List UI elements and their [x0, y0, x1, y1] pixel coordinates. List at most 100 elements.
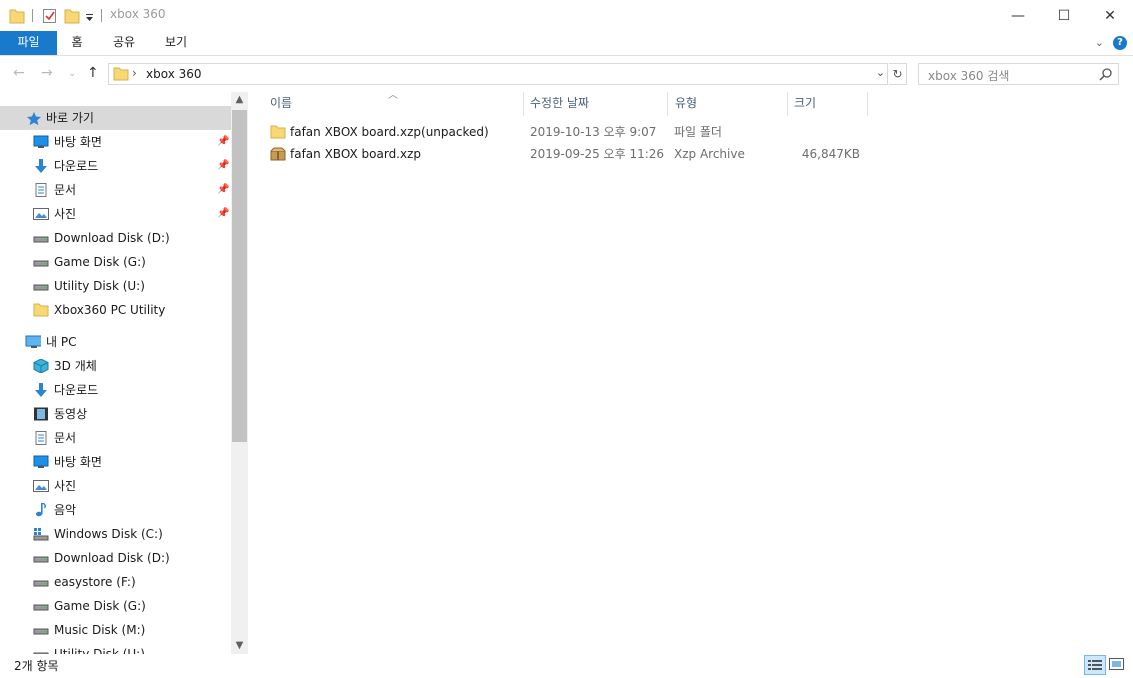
- back-arrow-icon[interactable]: ←: [13, 65, 25, 81]
- large-icons-view-button[interactable]: [1107, 655, 1129, 675]
- address-bar[interactable]: › xbox 360 ⌄: [108, 63, 888, 85]
- sidebar-item-download-disk-pc[interactable]: Download Disk (D:): [0, 546, 231, 570]
- search-input[interactable]: xbox 360 검색: [918, 63, 1119, 85]
- sidebar-item-label: 문서: [54, 431, 77, 445]
- pictures-icon: [33, 480, 49, 492]
- video-icon: [34, 407, 48, 421]
- sidebar-item-label: easystore (F:): [54, 575, 136, 589]
- sidebar-item-this-pc[interactable]: 내 PC: [0, 330, 231, 354]
- music-icon: [36, 503, 46, 517]
- scroll-up-arrow-icon[interactable]: ▲: [231, 92, 248, 108]
- drive-icon: [33, 628, 49, 635]
- sidebar-item-quick-access[interactable]: 바로 가기: [0, 106, 231, 130]
- sidebar-item-3d-objects[interactable]: 3D 개체: [0, 354, 231, 378]
- folder-icon: [113, 67, 129, 81]
- drive-icon: [33, 652, 49, 654]
- sidebar-item-game-disk[interactable]: Game Disk (G:): [0, 250, 231, 274]
- refresh-icon[interactable]: ↻: [889, 63, 907, 85]
- quick-access-divider: [32, 9, 33, 22]
- help-icon[interactable]: ?: [1113, 36, 1127, 50]
- navigation-scrollbar[interactable]: ▲ ▼: [231, 92, 248, 654]
- sidebar-item-utility-disk-pc[interactable]: Utility Disk (U:): [0, 642, 231, 654]
- column-divider[interactable]: [867, 92, 868, 116]
- column-divider[interactable]: [787, 92, 788, 116]
- folder-icon[interactable]: [9, 7, 25, 25]
- sidebar-item-label: Windows Disk (C:): [54, 527, 163, 541]
- drive-icon: [33, 604, 49, 611]
- sidebar-item-documents[interactable]: 문서 📌: [0, 178, 231, 202]
- sidebar-item-music[interactable]: 음악: [0, 498, 231, 522]
- maximize-button[interactable]: ☐: [1041, 0, 1087, 31]
- column-divider[interactable]: [523, 92, 524, 116]
- sidebar-item-label: 다운로드: [54, 383, 99, 397]
- sidebar-item-easystore[interactable]: easystore (F:): [0, 570, 231, 594]
- sidebar-item-videos[interactable]: 동영상: [0, 402, 231, 426]
- recent-locations-chevron-icon[interactable]: ⌄: [68, 68, 76, 79]
- drive-icon: [33, 580, 49, 587]
- column-header-modified[interactable]: 수정한 날짜: [530, 92, 666, 116]
- up-arrow-icon[interactable]: ↑: [87, 65, 99, 81]
- sidebar-item-downloads[interactable]: 다운로드 📌: [0, 154, 231, 178]
- file-row[interactable]: fafan XBOX board.xzp(unpacked) 2019-10-1…: [270, 121, 870, 143]
- forward-arrow-icon[interactable]: →: [41, 65, 53, 81]
- title-bar: xbox 360 — ☐ ✕: [0, 0, 1133, 31]
- folder-icon: [33, 303, 49, 317]
- sidebar-item-game-disk-pc[interactable]: Game Disk (G:): [0, 594, 231, 618]
- column-divider[interactable]: [667, 92, 668, 116]
- properties-icon[interactable]: [42, 7, 58, 25]
- sidebar-item-xbox360-pc-utility[interactable]: Xbox360 PC Utility: [0, 298, 231, 322]
- scrollbar-thumb[interactable]: [232, 110, 247, 442]
- sidebar-item-utility-disk[interactable]: Utility Disk (U:): [0, 274, 231, 298]
- sidebar-item-label: Music Disk (M:): [54, 623, 146, 637]
- sidebar-item-music-disk[interactable]: Music Disk (M:): [0, 618, 231, 642]
- column-header-type[interactable]: 유형: [675, 92, 787, 116]
- sidebar-item-label: Game Disk (G:): [54, 599, 146, 613]
- desktop-icon: [33, 135, 49, 148]
- expand-ribbon-chevron-icon[interactable]: ⌄: [1095, 36, 1104, 49]
- pin-icon: 📌: [217, 184, 230, 195]
- address-dropdown-chevron-icon[interactable]: ⌄: [876, 66, 885, 79]
- column-header-size[interactable]: 크기: [794, 92, 866, 116]
- computer-icon: [25, 335, 41, 348]
- close-button[interactable]: ✕: [1087, 0, 1133, 31]
- star-icon: [26, 112, 41, 125]
- sidebar-item-windows-disk[interactable]: Windows Disk (C:): [0, 522, 231, 546]
- minimize-button[interactable]: —: [995, 0, 1041, 31]
- sidebar-item-desktop[interactable]: 바탕 화면 📌: [0, 130, 231, 154]
- sidebar-item-label: 동영상: [54, 407, 88, 421]
- sidebar-item-downloads-pc[interactable]: 다운로드: [0, 378, 231, 402]
- large-icons-view-icon: [1109, 658, 1124, 670]
- file-type: 파일 폴더: [674, 125, 722, 139]
- tab-view[interactable]: 보기: [156, 31, 196, 55]
- details-view-button[interactable]: [1084, 655, 1106, 675]
- tab-file[interactable]: 파일: [0, 31, 57, 55]
- windows-drive-icon: [33, 528, 49, 541]
- folder-icon: [270, 125, 286, 139]
- sidebar-item-desktop-pc[interactable]: 바탕 화면: [0, 450, 231, 474]
- sidebar-item-label: 바탕 화면: [54, 455, 102, 469]
- customize-toolbar-chevron-icon[interactable]: [85, 7, 95, 25]
- pin-icon: 📌: [217, 160, 230, 171]
- sidebar-item-download-disk[interactable]: Download Disk (D:): [0, 226, 231, 250]
- sidebar-item-label: Game Disk (G:): [54, 255, 146, 269]
- drive-icon: [33, 260, 49, 267]
- tab-home[interactable]: 홈: [60, 31, 94, 55]
- sidebar-item-pictures[interactable]: 사진 📌: [0, 202, 231, 226]
- sidebar-item-label: Utility Disk (U:): [54, 647, 145, 654]
- sidebar-item-pictures-pc[interactable]: 사진: [0, 474, 231, 498]
- scroll-down-arrow-icon[interactable]: ▼: [231, 638, 248, 654]
- navigation-pane: 바로 가기 바탕 화면 📌 다운로드 📌 문서 📌 사진 📌 Download …: [0, 92, 248, 654]
- column-header-name[interactable]: 이름: [270, 92, 522, 116]
- tab-share[interactable]: 공유: [104, 31, 144, 55]
- sidebar-item-label: Download Disk (D:): [54, 231, 170, 245]
- sidebar-item-documents-pc[interactable]: 문서: [0, 426, 231, 450]
- sidebar-item-label: Xbox360 PC Utility: [54, 303, 166, 317]
- sidebar-item-label: 음악: [54, 503, 77, 517]
- sidebar-item-label: 바로 가기: [46, 111, 94, 125]
- new-folder-icon[interactable]: [64, 7, 80, 25]
- breadcrumb-xbox-360[interactable]: xbox 360: [146, 67, 202, 81]
- file-row[interactable]: fafan XBOX board.xzp 2019-09-25 오후 11:26…: [270, 143, 870, 165]
- pictures-icon: [33, 208, 49, 220]
- search-icon[interactable]: [1099, 67, 1113, 81]
- window-title: xbox 360: [110, 7, 166, 21]
